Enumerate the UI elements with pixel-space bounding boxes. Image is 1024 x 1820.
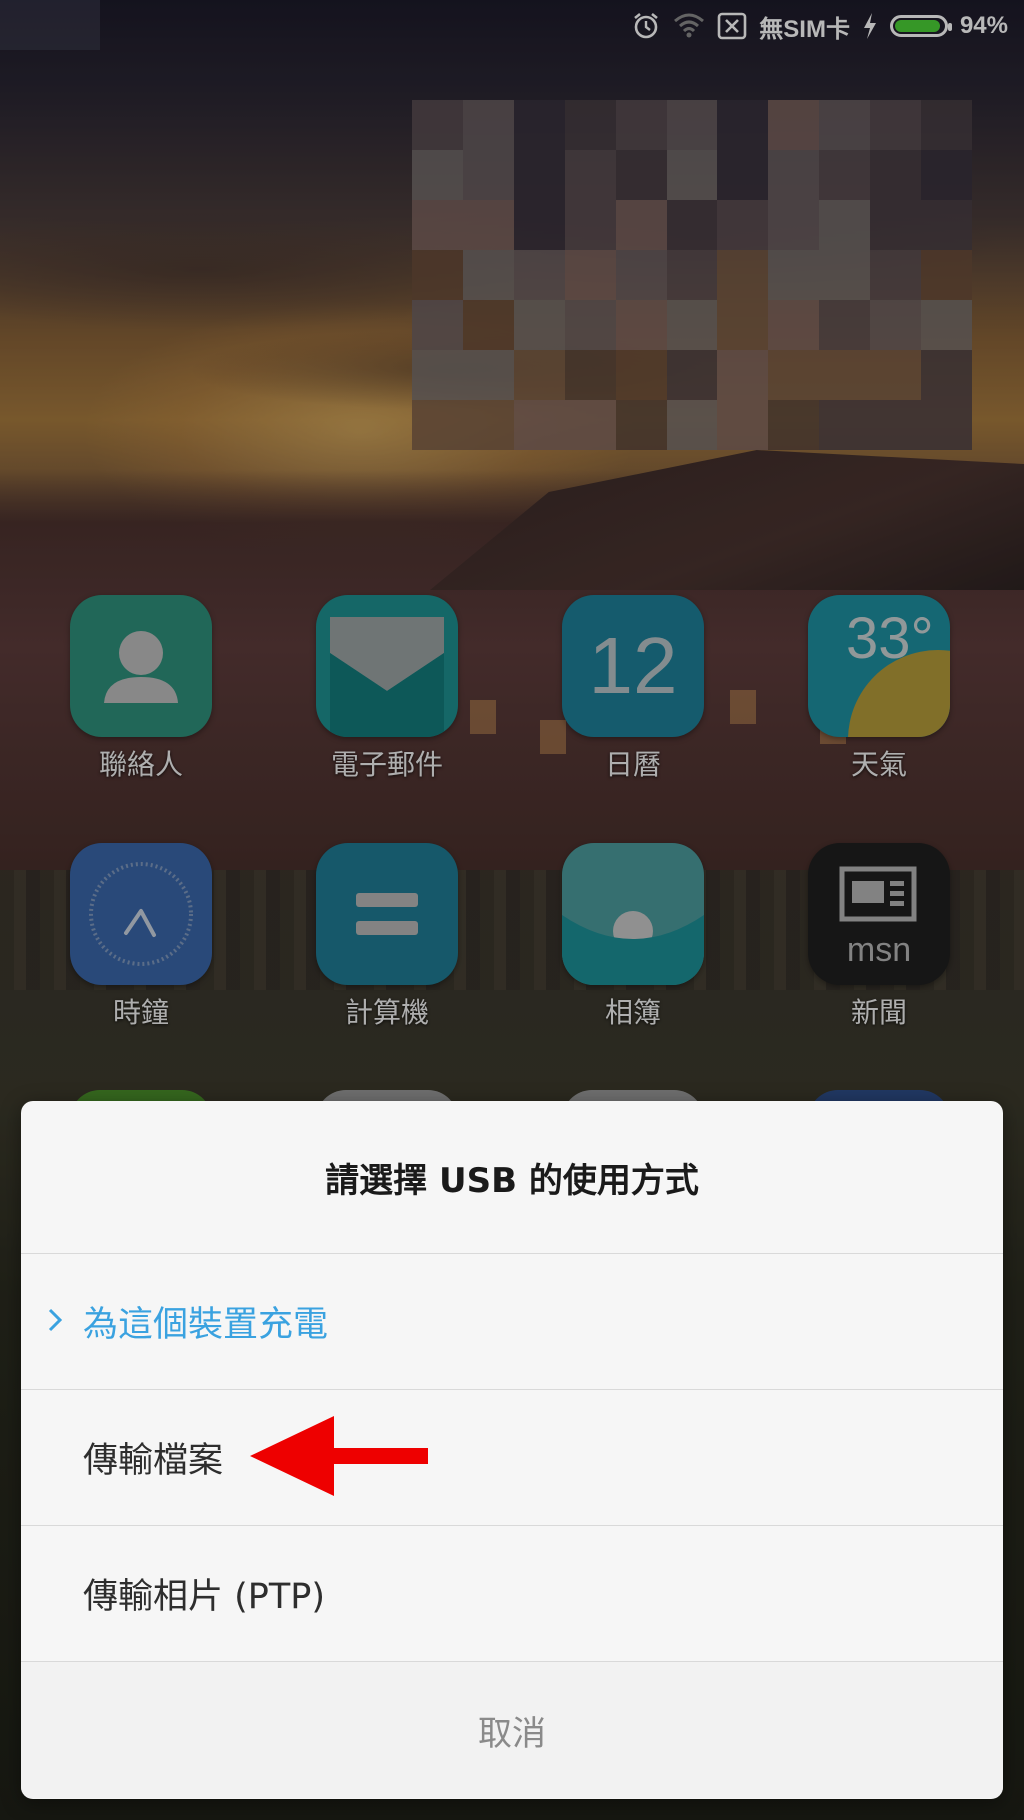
- annotation-arrow-icon: [250, 1414, 430, 1502]
- chevron-right-icon: [47, 1302, 63, 1342]
- option-transfer-photos[interactable]: 傳輸相片 (PTP): [21, 1526, 1003, 1662]
- option-label: 傳輸檔案: [83, 1441, 224, 1481]
- option-transfer-files[interactable]: 傳輸檔案: [21, 1390, 1003, 1526]
- cancel-button[interactable]: 取消: [21, 1662, 1003, 1798]
- usb-mode-dialog: 請選擇 USB 的使用方式 為這個裝置充電 傳輸檔案 傳輸相片 (PTP) 取消: [21, 1101, 1003, 1799]
- option-label: 為這個裝置充電: [83, 1305, 329, 1345]
- option-label: 傳輸相片 (PTP): [83, 1577, 326, 1617]
- option-charge-device[interactable]: 為這個裝置充電: [21, 1254, 1003, 1390]
- dialog-title: 請選擇 USB 的使用方式: [21, 1101, 1003, 1254]
